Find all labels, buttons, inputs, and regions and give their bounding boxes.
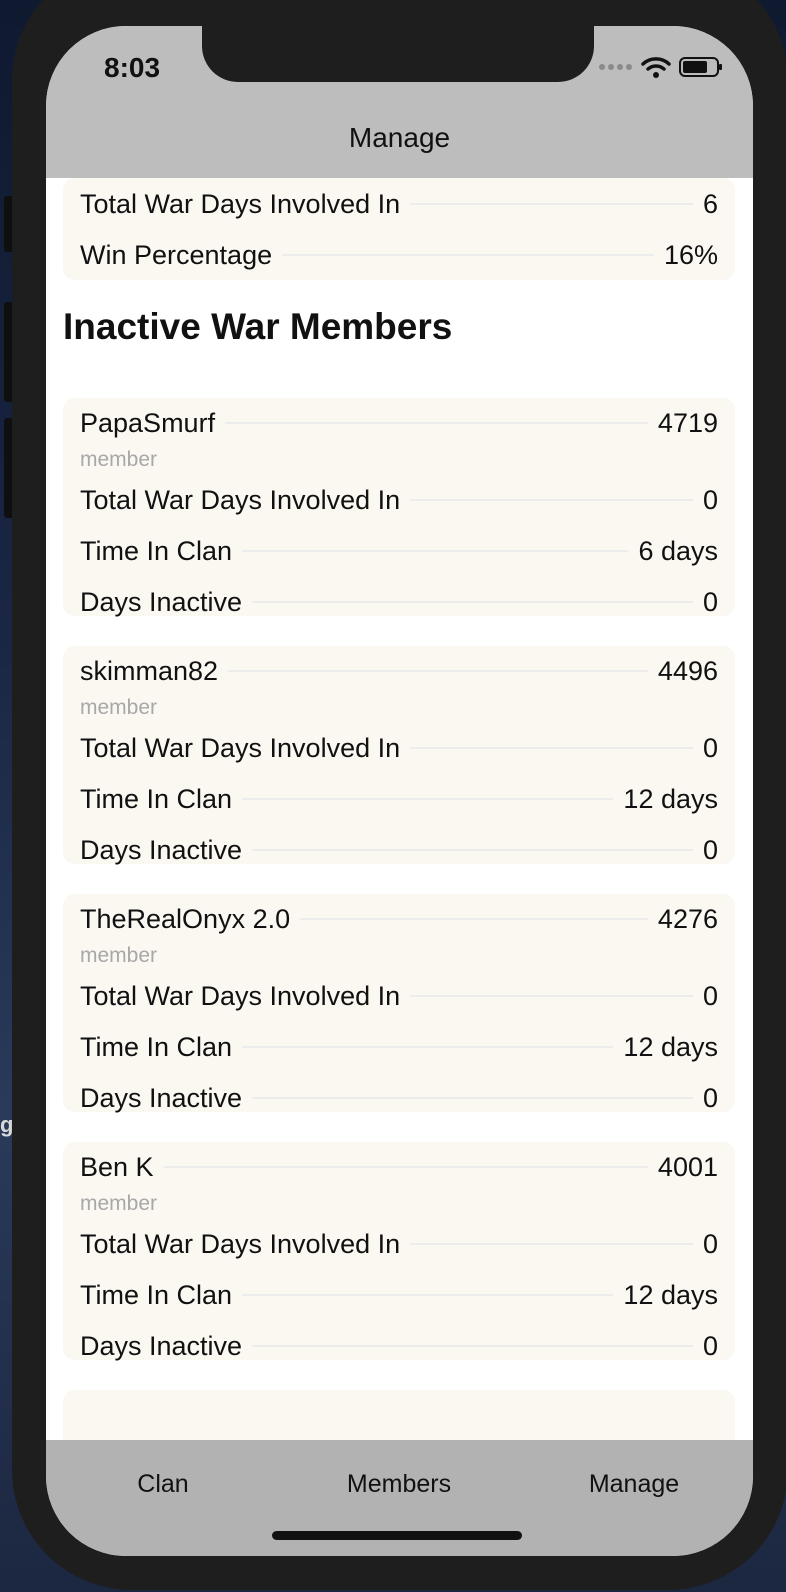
member-role: member bbox=[80, 448, 158, 471]
row-value: 0 bbox=[702, 1330, 718, 1361]
row-label: Time In Clan bbox=[80, 535, 233, 566]
row-label: Total War Days Involved In bbox=[80, 188, 401, 219]
stat-row: Total War Days Involved In 0 bbox=[80, 480, 718, 520]
row-leader-line bbox=[228, 670, 648, 672]
member-card[interactable]: PapaSmurf 4719 member Total War Days Inv… bbox=[63, 398, 735, 617]
row-value: 12 days bbox=[623, 1279, 718, 1310]
battery-icon bbox=[679, 57, 722, 77]
row-label: Days Inactive bbox=[80, 1082, 243, 1113]
member-card[interactable]: TheRealOnyx 2.0 4276 member Total War Da… bbox=[63, 894, 735, 1113]
content-scroll[interactable]: Total War Days Involved In 6 Win Percent… bbox=[46, 178, 753, 1440]
screen: 8:03 Manage Total War Days Involved In 6… bbox=[46, 26, 753, 1556]
tab-clan[interactable]: Clan bbox=[63, 1470, 263, 1499]
row-leader-line bbox=[300, 918, 648, 920]
stat-row: Days Inactive 0 bbox=[80, 1078, 718, 1118]
member-card[interactable]: skimman82 4496 member Total War Days Inv… bbox=[63, 646, 735, 865]
row-label: Days Inactive bbox=[80, 834, 243, 865]
row-label: Days Inactive bbox=[80, 1330, 243, 1361]
stat-row: Days Inactive 0 bbox=[80, 582, 718, 622]
home-indicator[interactable] bbox=[272, 1531, 522, 1540]
stat-row: Time In Clan 12 days bbox=[80, 1275, 718, 1315]
member-trophies: 4276 bbox=[657, 903, 718, 934]
row-leader-line bbox=[410, 499, 693, 501]
row-label: Total War Days Involved In bbox=[80, 980, 401, 1011]
status-time: 8:03 bbox=[104, 52, 161, 83]
row-leader-line bbox=[242, 1294, 614, 1296]
row-leader-line bbox=[252, 601, 693, 603]
row-label: Total War Days Involved In bbox=[80, 484, 401, 515]
member-header: TheRealOnyx 2.0 4276 bbox=[80, 899, 718, 939]
member-header: skimman82 4496 bbox=[80, 651, 718, 691]
stat-row: Time In Clan 12 days bbox=[80, 1027, 718, 1067]
member-card[interactable]: Ben K 4001 member Total War Days Involve… bbox=[63, 1142, 735, 1361]
member-card-partial[interactable] bbox=[63, 1390, 735, 1440]
row-leader-line bbox=[410, 203, 693, 205]
row-value: 0 bbox=[702, 484, 718, 515]
stat-row: Total War Days Involved In 0 bbox=[80, 976, 718, 1016]
row-leader-line bbox=[242, 550, 629, 552]
member-name: skimman82 bbox=[80, 655, 219, 686]
member-role: member bbox=[80, 1192, 158, 1215]
stat-row: Days Inactive 0 bbox=[80, 1326, 718, 1366]
member-trophies: 4001 bbox=[657, 1151, 718, 1182]
stat-row: Days Inactive 0 bbox=[80, 830, 718, 870]
member-name: TheRealOnyx 2.0 bbox=[80, 903, 291, 934]
tab-members[interactable]: Members bbox=[299, 1470, 499, 1499]
member-name: Ben K bbox=[80, 1151, 154, 1182]
status-icons bbox=[599, 56, 723, 78]
row-value: 0 bbox=[702, 586, 718, 617]
row-value: 0 bbox=[702, 1082, 718, 1113]
row-value: 0 bbox=[702, 980, 718, 1011]
row-leader-line bbox=[252, 1097, 693, 1099]
row-value: 0 bbox=[702, 732, 718, 763]
row-leader-line bbox=[252, 1345, 693, 1347]
row-label: Total War Days Involved In bbox=[80, 732, 401, 763]
row-value: 6 bbox=[702, 188, 718, 219]
stat-row: Total War Days Involved In 0 bbox=[80, 1224, 718, 1264]
row-value: 0 bbox=[702, 1228, 718, 1259]
summary-row: Total War Days Involved In 6 bbox=[80, 184, 718, 224]
row-value: 6 days bbox=[638, 535, 718, 566]
row-leader-line bbox=[410, 747, 693, 749]
row-label: Time In Clan bbox=[80, 1279, 233, 1310]
member-trophies: 4496 bbox=[657, 655, 718, 686]
row-label: Total War Days Involved In bbox=[80, 1228, 401, 1259]
row-leader-line bbox=[225, 422, 648, 424]
signal-dots-icon bbox=[599, 64, 632, 70]
row-label: Win Percentage bbox=[80, 239, 273, 270]
row-leader-line bbox=[163, 1166, 648, 1168]
row-value: 12 days bbox=[623, 783, 718, 814]
stat-row: Time In Clan 12 days bbox=[80, 779, 718, 819]
member-header: PapaSmurf 4719 bbox=[80, 403, 718, 443]
row-value: 0 bbox=[702, 834, 718, 865]
member-header: Ben K 4001 bbox=[80, 1147, 718, 1187]
member-name: PapaSmurf bbox=[80, 407, 216, 438]
member-trophies: 4719 bbox=[657, 407, 718, 438]
section-title: Inactive War Members bbox=[63, 306, 453, 347]
row-label: Time In Clan bbox=[80, 783, 233, 814]
member-role: member bbox=[80, 944, 158, 967]
member-role: member bbox=[80, 696, 158, 719]
row-leader-line bbox=[242, 1046, 614, 1048]
row-value: 16% bbox=[663, 239, 718, 270]
notch bbox=[202, 26, 594, 82]
row-label: Days Inactive bbox=[80, 586, 243, 617]
summary-card: Total War Days Involved In 6 Win Percent… bbox=[63, 178, 735, 280]
row-leader-line bbox=[410, 1243, 693, 1245]
row-leader-line bbox=[282, 254, 654, 256]
row-leader-line bbox=[252, 849, 693, 851]
summary-row: Win Percentage 16% bbox=[80, 235, 718, 275]
stat-row: Total War Days Involved In 0 bbox=[80, 728, 718, 768]
row-leader-line bbox=[242, 798, 614, 800]
tab-bar: Clan Members Manage bbox=[46, 1440, 753, 1556]
row-leader-line bbox=[410, 995, 693, 997]
page-title: Manage bbox=[348, 122, 451, 153]
wifi-icon bbox=[641, 57, 671, 78]
tab-manage[interactable]: Manage bbox=[534, 1470, 734, 1499]
stat-row: Time In Clan 6 days bbox=[80, 531, 718, 571]
row-value: 12 days bbox=[623, 1031, 718, 1062]
row-label: Time In Clan bbox=[80, 1031, 233, 1062]
